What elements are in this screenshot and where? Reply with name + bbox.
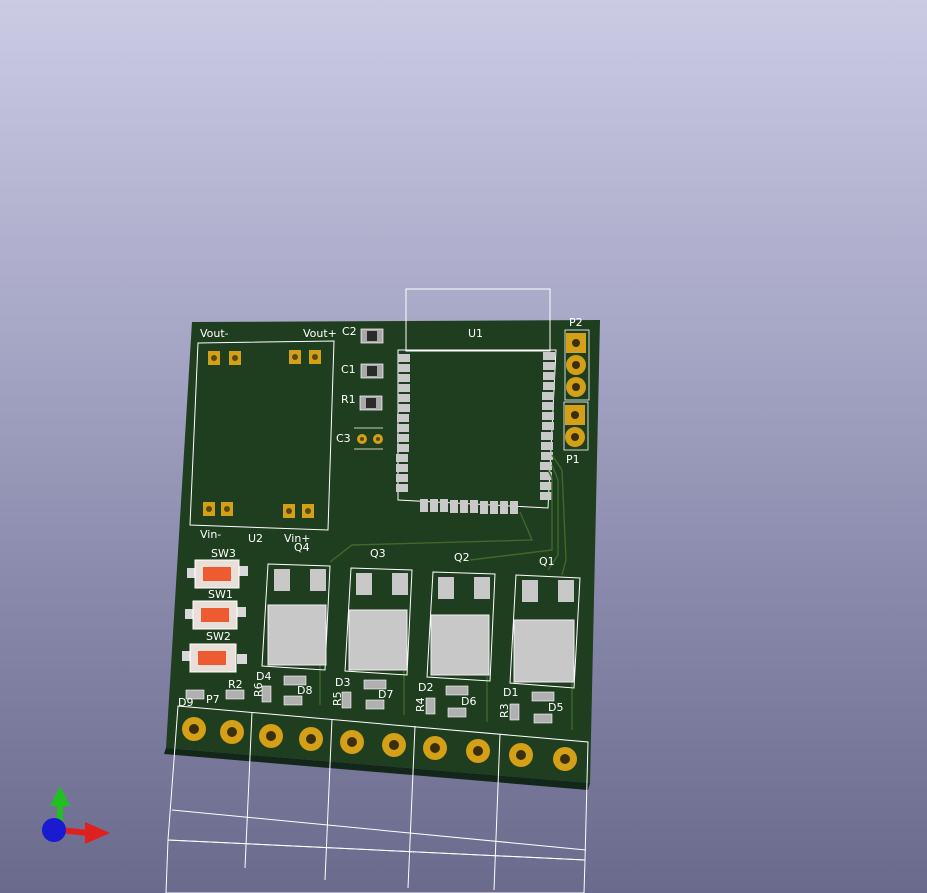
sw1-label: SW1 bbox=[208, 588, 233, 601]
p1-label: P1 bbox=[566, 453, 580, 466]
c2-label: C2 bbox=[342, 325, 357, 338]
d1-label: D1 bbox=[503, 686, 518, 699]
sw2-label: SW2 bbox=[206, 630, 231, 643]
sw1-switch bbox=[185, 600, 246, 630]
r4-label: R4 bbox=[414, 697, 427, 712]
axes-gizmo[interactable] bbox=[42, 786, 110, 844]
q3-label: Q3 bbox=[370, 547, 386, 560]
vin-minus-label: Vin- bbox=[200, 528, 221, 541]
y-axis-head bbox=[50, 786, 70, 806]
d2-label: D2 bbox=[418, 681, 433, 694]
sw3-label: SW3 bbox=[211, 547, 236, 560]
d4-label: D4 bbox=[256, 670, 271, 683]
c3-label: C3 bbox=[336, 432, 351, 445]
d6-label: D6 bbox=[461, 695, 476, 708]
3d-viewport[interactable]: U1 Vout- Vout+ Vin- Vin+ U2 C2 C1 R1 C3 … bbox=[0, 0, 927, 893]
vout-minus-label: Vout- bbox=[200, 327, 229, 340]
p2-header bbox=[566, 333, 586, 397]
sw3-switch bbox=[187, 559, 248, 589]
r3-label: R3 bbox=[498, 703, 511, 718]
r1-label: R1 bbox=[341, 393, 356, 406]
d8-label: D8 bbox=[297, 684, 312, 697]
r5-label: R5 bbox=[331, 691, 344, 706]
p7-label: P7 bbox=[206, 693, 220, 706]
r6-label: R6 bbox=[252, 682, 265, 697]
z-axis-dot bbox=[42, 818, 66, 842]
c1-label: C1 bbox=[341, 363, 356, 376]
r2-label: R2 bbox=[228, 678, 243, 691]
q4-label: Q4 bbox=[294, 541, 310, 554]
pcb-scene: U1 Vout- Vout+ Vin- Vin+ U2 C2 C1 R1 C3 … bbox=[42, 288, 600, 893]
d5-label: D5 bbox=[548, 701, 563, 714]
c1-component bbox=[360, 363, 384, 379]
u1-label: U1 bbox=[468, 327, 483, 340]
d7-label: D7 bbox=[378, 688, 393, 701]
p2-label: P2 bbox=[569, 316, 583, 329]
q2-label: Q2 bbox=[454, 551, 470, 564]
vout-plus-label: Vout+ bbox=[303, 327, 337, 340]
x-axis-head bbox=[85, 822, 110, 844]
r1-component bbox=[359, 395, 383, 411]
d3-label: D3 bbox=[335, 676, 350, 689]
c2-component bbox=[360, 328, 384, 344]
q1-label: Q1 bbox=[539, 555, 555, 568]
u2-label: U2 bbox=[248, 532, 263, 545]
